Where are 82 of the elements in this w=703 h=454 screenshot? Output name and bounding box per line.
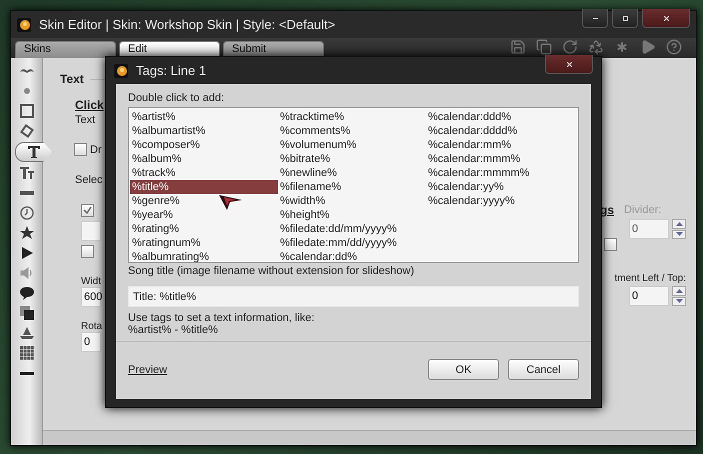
maximize-icon — [622, 16, 628, 20]
width-label: Widt — [81, 276, 102, 287]
tag-item[interactable]: %title% — [130, 180, 278, 194]
hint-example: %artist% - %title% — [128, 324, 219, 336]
alignment-field[interactable]: 0 — [629, 286, 669, 306]
dialog-button[interactable]: Cancel — [508, 359, 579, 380]
app-icon — [114, 64, 128, 78]
tag-item[interactable]: %artist% — [130, 110, 278, 124]
tag-item[interactable]: %calendar:mmmm% — [426, 166, 577, 180]
tag-item[interactable]: %rating% — [130, 222, 278, 236]
tag-item[interactable]: %calendar:ddd% — [426, 110, 577, 124]
diamond-icon — [18, 123, 34, 139]
spinner[interactable] — [672, 219, 686, 239]
text-icon — [26, 144, 42, 160]
tag-item[interactable]: %calendar:mm% — [426, 138, 577, 152]
hint-text: Use tags to set a text information, like: — [128, 312, 316, 324]
select-label: Selec — [75, 174, 104, 186]
tag-item[interactable]: %calendar:dd% — [278, 250, 426, 264]
checkbox[interactable] — [81, 204, 94, 217]
tag-item[interactable]: %calendar:yyyy% — [426, 194, 577, 208]
tag-item[interactable]: %ratingnum% — [130, 236, 278, 250]
tag-item[interactable]: %track% — [130, 166, 278, 180]
copy-icon[interactable] — [536, 39, 552, 55]
spinner[interactable] — [672, 286, 686, 306]
layers-icon — [18, 305, 34, 321]
tag-item[interactable]: %albumartist% — [130, 124, 278, 138]
checkbox[interactable] — [74, 143, 87, 156]
square-icon — [18, 103, 34, 119]
list-label: Double click to add: — [128, 92, 225, 104]
app-icon — [17, 18, 31, 32]
tag-item[interactable]: %composer% — [130, 138, 278, 152]
preview-link[interactable]: Preview — [128, 364, 168, 376]
grid-icon — [18, 345, 34, 361]
tag-item[interactable]: %albumrating% — [130, 250, 278, 264]
window-title: Skin Editor | Skin: Workshop Skin | Style: <Default> — [39, 17, 336, 32]
text-label: Text — [75, 114, 96, 126]
play-icon[interactable] — [640, 39, 656, 55]
help-icon[interactable] — [666, 39, 682, 55]
recycle-icon[interactable] — [588, 39, 604, 55]
clock-icon — [18, 205, 34, 221]
tag-item[interactable]: %comments% — [278, 124, 426, 138]
speech-bubble-icon — [18, 285, 34, 301]
tab[interactable]: Skins — [15, 41, 116, 58]
checkbox[interactable] — [604, 238, 617, 251]
tag-item[interactable]: %tracktime% — [278, 110, 426, 124]
tag-item[interactable]: %calendar:mmm% — [426, 152, 577, 166]
tag-item[interactable]: %year% — [130, 208, 278, 222]
width-field[interactable]: 600 — [81, 287, 101, 307]
boat-icon — [18, 325, 34, 341]
tool-button[interactable] — [14, 142, 52, 162]
dialog-title: Tags: Line 1 — [136, 63, 206, 78]
close-icon — [566, 62, 572, 66]
tag-item[interactable]: %calendar:dddd% — [426, 124, 577, 138]
text-field[interactable] — [81, 221, 101, 241]
tag-item[interactable]: %album% — [130, 152, 278, 166]
section-heading: Text — [60, 72, 84, 86]
save-icon[interactable] — [510, 39, 526, 55]
tag-item[interactable]: %newline% — [278, 166, 426, 180]
text-style-icon — [18, 165, 34, 181]
rotation-label: Rota — [81, 321, 104, 332]
tag-item[interactable]: %filename% — [278, 180, 426, 194]
tag-item[interactable]: %bitrate% — [278, 152, 426, 166]
tag-item[interactable]: %height% — [278, 208, 426, 222]
star-icon — [18, 225, 34, 241]
tag-item[interactable]: %filedate:dd/mm/yyyy% — [278, 222, 426, 236]
close-icon — [664, 16, 668, 20]
divider-label: Divider: — [624, 204, 662, 216]
tag-item[interactable]: %volumenum% — [278, 138, 426, 152]
maximize-button[interactable] — [612, 9, 638, 28]
tag-description: Song title (image filename without extension for slideshow) — [128, 265, 416, 277]
checkbox-label: Dr — [90, 144, 102, 156]
dialog-button[interactable]: OK — [428, 359, 499, 380]
tag-item[interactable]: %filedate:mm/dd/yyyy% — [278, 236, 426, 250]
tag-item[interactable]: %calendar:yy% — [426, 180, 577, 194]
alignment-label: tment Left / Top: — [614, 273, 686, 284]
tag-item[interactable]: %genre% — [130, 194, 278, 208]
rotation-field[interactable]: 0 — [81, 332, 101, 352]
text-field[interactable]: Title: %title% — [128, 286, 579, 307]
tag-item[interactable]: %width% — [278, 194, 426, 208]
speaker-icon — [18, 265, 34, 281]
redo-icon[interactable] — [562, 39, 578, 55]
checkbox[interactable] — [81, 245, 94, 258]
